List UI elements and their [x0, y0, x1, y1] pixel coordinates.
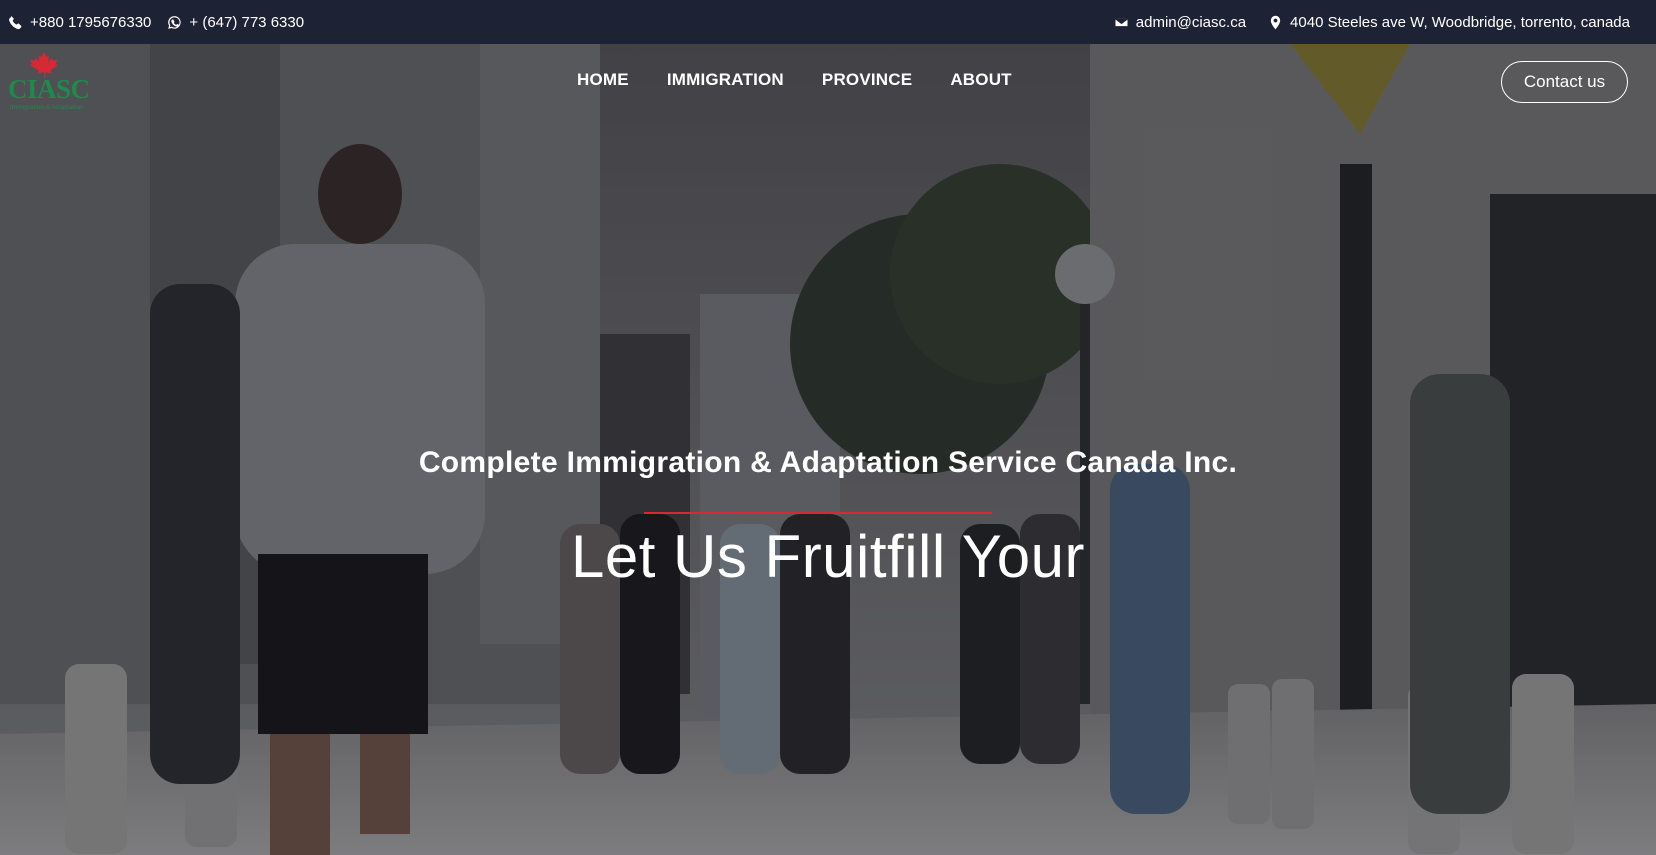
nav-about[interactable]: ABOUT [950, 70, 1011, 90]
phone-icon [8, 15, 23, 30]
email-address: admin@ciasc.ca [1135, 13, 1247, 31]
ciasc-logo[interactable]: CIASC Immigration & Adaptation [8, 52, 94, 112]
logo-wordmark: CIASC [8, 74, 90, 104]
topbar-left: +880 1795676330 + (647) 773 6330 [8, 14, 304, 31]
address-link[interactable]: 4040 Steeles ave W, Woodbridge, torrento… [1268, 14, 1630, 31]
main-navbar: CIASC Immigration & Adaptation HOME IMMI… [0, 44, 1656, 119]
contact-us-button[interactable]: Contact us [1501, 61, 1628, 103]
whatsapp-number: + (647) 773 6330 [189, 13, 305, 31]
hero-dark-overlay [0, 44, 1656, 855]
email-link[interactable]: admin@ciasc.ca [1114, 14, 1246, 31]
primary-menu: HOME IMMIGRATION PROVINCE ABOUT [577, 70, 1012, 90]
map-marker-icon [1268, 15, 1283, 30]
hero-background [0, 44, 1656, 855]
top-contact-bar: +880 1795676330 + (647) 773 6330 admin@c… [0, 0, 1656, 44]
phone-link[interactable]: +880 1795676330 [8, 14, 151, 31]
nav-province[interactable]: PROVINCE [822, 70, 912, 90]
whatsapp-link[interactable]: + (647) 773 6330 [167, 14, 304, 31]
whatsapp-icon [167, 15, 182, 30]
envelope-icon [1114, 15, 1129, 30]
nav-immigration[interactable]: IMMIGRATION [667, 70, 784, 90]
topbar-right: admin@ciasc.ca 4040 Steeles ave W, Woodb… [1114, 14, 1630, 31]
street-address: 4040 Steeles ave W, Woodbridge, torrento… [1290, 13, 1630, 31]
logo-tagline: Immigration & Adaptation [10, 104, 83, 111]
phone-number: +880 1795676330 [30, 13, 152, 31]
nav-home[interactable]: HOME [577, 70, 629, 90]
